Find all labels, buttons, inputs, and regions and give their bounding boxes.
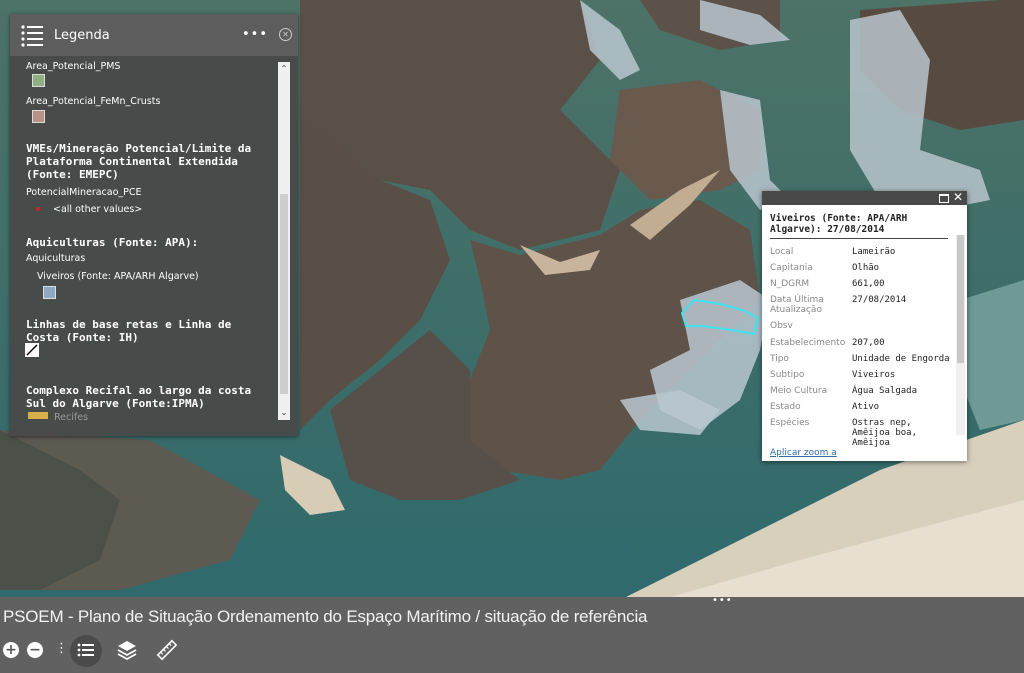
field-key: Local: [770, 247, 794, 257]
legend-swatch: [32, 110, 45, 123]
field-key: N_DGRM: [770, 279, 810, 289]
legend-body: Area_Potencial_PMS Area_Potencial_FeMn_C…: [10, 56, 276, 436]
zoom-out-icon[interactable]: −: [27, 642, 43, 658]
field-key: Estabelecimento: [770, 338, 846, 348]
legend-layer-label: Aquiculturas: [26, 253, 86, 264]
field-value: Água Salgada: [852, 386, 918, 396]
layers-icon[interactable]: [116, 639, 138, 665]
legend-panel: Legenda ••• ✕ Area_Potencial_PMS Area_Po…: [10, 14, 298, 436]
line-symbol: [25, 343, 39, 357]
more-icon[interactable]: •••: [242, 27, 268, 42]
field-key: Subtipo: [770, 370, 805, 380]
field-key: Meio Cultura: [770, 386, 828, 396]
field-key: Tipo: [770, 354, 789, 364]
measure-icon[interactable]: [156, 639, 178, 665]
field-value: Lameirão: [852, 247, 896, 257]
popup-titlebar: ✕: [762, 190, 967, 205]
app-title: PSOEM - Plano de Situação Ordenamento do…: [3, 607, 648, 626]
bottom-bar: ••• PSOEM - Plano de Situação Ordenament…: [0, 595, 1024, 673]
field-key: Espécies: [770, 418, 810, 428]
field-key: Capitania: [770, 263, 813, 273]
legend-section-title: VMEs/Mineração Potencial/Limite da Plata…: [26, 142, 252, 181]
legend-swatch: [43, 286, 56, 299]
field-value: 661,00: [852, 279, 885, 289]
popup-title: Viveiros (Fonte: APA/ARH Algarve): 27/08…: [770, 213, 948, 239]
maximize-icon[interactable]: [939, 194, 949, 203]
field-value: Viveiros: [852, 370, 896, 380]
zoom-to-link[interactable]: Aplicar zoom a: [770, 448, 837, 458]
zoom-in-icon[interactable]: +: [3, 642, 19, 658]
legend-swatch: [32, 74, 45, 87]
legend-header[interactable]: Legenda ••• ✕: [10, 14, 298, 56]
legend-item-label: Viveiros (Fonte: APA/ARH Algarve): [37, 271, 199, 282]
close-icon[interactable]: ✕: [953, 190, 963, 204]
legend-item-label: Area_Potencial_PMS: [26, 61, 121, 72]
field-value: Unidade de Engorda: [852, 354, 950, 364]
scroll-thumb[interactable]: [957, 235, 964, 363]
chevron-down-icon[interactable]: ⌄: [278, 406, 290, 420]
feature-popup: ✕ Viveiros (Fonte: APA/ARH Algarve): 27/…: [762, 190, 967, 461]
field-value: Olhão: [852, 263, 880, 273]
legend-section-title: Aquiculturas (Fonte: APA):: [26, 236, 199, 249]
legend-section-title: Complexo Recifal ao largo da costa Sul d…: [26, 384, 252, 410]
legend-item-label: Recifes: [54, 412, 89, 423]
popup-scrollbar[interactable]: [956, 235, 965, 435]
chevron-up-icon[interactable]: ⌃: [278, 62, 290, 76]
legend-section-title: Linhas de base retas e Linha de Costa (F…: [26, 318, 232, 344]
field-value: 27/08/2014: [852, 295, 907, 305]
legend-item-label: Area_Potencial_FeMn_Crusts: [26, 96, 161, 107]
legend-icon[interactable]: [70, 635, 102, 667]
scroll-thumb[interactable]: [280, 194, 288, 394]
red-dot-symbol: [36, 207, 40, 211]
field-key: Estado: [770, 402, 801, 412]
reef-swatch: [28, 412, 48, 419]
list-icon: [20, 22, 46, 48]
field-value: Ostras nep, Amêijoa boa, Amêijoa: [852, 418, 918, 448]
field-key: Obsv: [770, 321, 793, 331]
legend-scrollbar[interactable]: ⌃ ⌄: [278, 62, 290, 420]
field-value: Ativo: [852, 402, 880, 412]
field-key: Data Última Atualização: [770, 295, 824, 315]
popup-attributes: Local Lameirão Capitania Olhão N_DGRM 661,0…: [770, 247, 950, 448]
more-vertical-icon[interactable]: ⋮: [55, 641, 68, 656]
legend-value-label: <all other values>: [53, 204, 143, 215]
panel-handle[interactable]: •••: [712, 595, 733, 606]
field-value: 207,00: [852, 338, 885, 348]
field-value: [852, 321, 950, 338]
legend-title: Legenda: [54, 27, 110, 43]
legend-layer-label: PotencialMineracao_PCE: [26, 187, 142, 198]
close-icon[interactable]: ✕: [279, 28, 292, 41]
